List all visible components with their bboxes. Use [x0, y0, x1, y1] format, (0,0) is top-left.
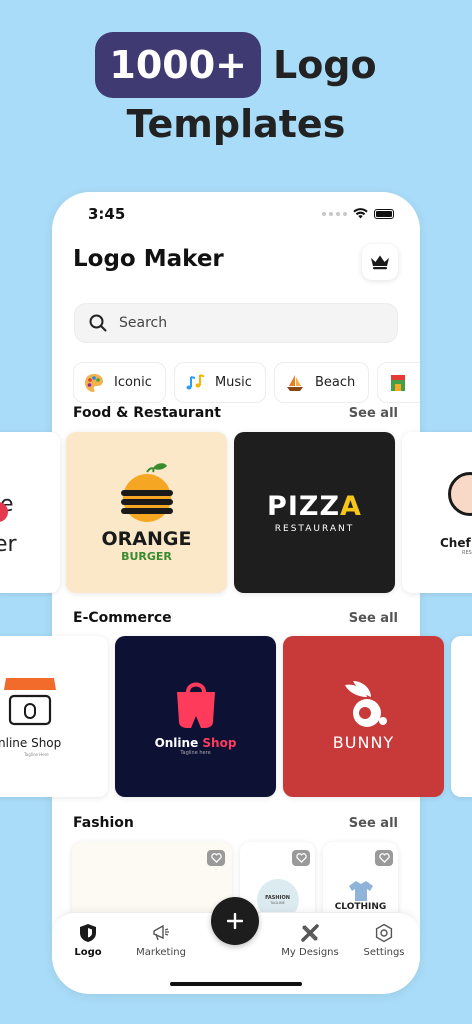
- chip-label: Iconic: [114, 375, 152, 390]
- nav-my-designs[interactable]: My Designs: [275, 923, 345, 958]
- logo-card-online-shop[interactable]: Online Shop Tagline here: [115, 636, 276, 797]
- sailboat-icon: [285, 373, 305, 393]
- hero-header: 1000+ Logo Templates: [0, 30, 472, 146]
- rabbit-icon: [344, 681, 387, 727]
- online-shop-title: Online Shop: [155, 736, 237, 750]
- nav-label: Logo: [74, 947, 102, 958]
- gear-icon: [375, 923, 393, 943]
- favorite-button[interactable]: [292, 850, 310, 866]
- megaphone-icon: [153, 924, 169, 941]
- online-shop-tagline: Tagline here: [180, 749, 211, 756]
- logo-card-food-partial[interactable]: e er: [0, 432, 60, 593]
- logo-card-online-shop-partial[interactable]: nline Shop Tagline Here: [0, 636, 108, 797]
- online-shop-accent: Shop: [202, 735, 237, 750]
- logo-card-pizza[interactable]: PIZZA RESTAURANT: [234, 432, 395, 593]
- plus-icon: [227, 913, 243, 929]
- nav-label: My Designs: [281, 947, 339, 958]
- shirt-icon: [348, 880, 373, 901]
- orange-burger-icon: [120, 463, 173, 522]
- palette-icon: [84, 373, 104, 393]
- clothing-logo-text: CLOTHING: [334, 901, 387, 912]
- pizza-logo-subtitle: RESTAURANT: [274, 524, 355, 534]
- chip-beach[interactable]: Beach: [273, 362, 370, 403]
- chef-logo-subtitle: RES: [462, 550, 472, 556]
- search-input[interactable]: [119, 315, 359, 331]
- chef-avatar: [448, 472, 472, 516]
- hero-word: Logo: [272, 43, 377, 87]
- favorite-button[interactable]: [375, 850, 393, 866]
- partial-logo-text: er: [0, 532, 17, 557]
- category-chips: Iconic Music Beach: [73, 362, 420, 403]
- crown-icon: [371, 255, 389, 270]
- chip-iconic[interactable]: Iconic: [73, 362, 166, 403]
- fashion-logo-tagline: TAGLINE: [270, 901, 285, 905]
- nav-label: Settings: [363, 947, 405, 958]
- hero-highlight: 1000+: [95, 32, 261, 98]
- heart-icon: [295, 853, 307, 863]
- chef-logo-title: Chef: [440, 536, 471, 550]
- home-indicator: [170, 982, 302, 986]
- see-all-ecommerce-button[interactable]: See all: [349, 611, 398, 626]
- nav-label: Marketing: [136, 947, 186, 958]
- section-title-ecommerce: E-Commerce: [73, 610, 172, 626]
- search-bar[interactable]: [74, 303, 398, 343]
- favorite-button[interactable]: [207, 850, 225, 866]
- music-notes-icon: [185, 373, 205, 393]
- chip-label: Music: [214, 375, 252, 390]
- shop-partial-tagline: Tagline Here: [24, 752, 49, 757]
- shop-icon: [388, 373, 408, 393]
- logo-card-orange-burger[interactable]: ORANGE BURGER: [66, 432, 227, 593]
- section-title-fashion: Fashion: [73, 815, 134, 831]
- heart-icon: [378, 853, 390, 863]
- see-all-fashion-button[interactable]: See all: [349, 816, 398, 831]
- orange-logo-title: ORANGE: [101, 528, 192, 550]
- section-title-food: Food & Restaurant: [73, 405, 221, 421]
- shopping-bag-icon: [176, 682, 215, 728]
- store-awning-icon: [4, 678, 56, 726]
- status-time: 3:45: [88, 205, 126, 223]
- pizza-logo-title: PIZZA: [267, 491, 362, 522]
- nav-settings[interactable]: Settings: [349, 923, 419, 958]
- wifi-icon: [353, 208, 368, 219]
- online-shop-main: Online: [154, 735, 203, 750]
- pencil-ruler-icon: [301, 924, 319, 942]
- bunny-logo-title: BUNNY: [332, 733, 395, 752]
- bottom-nav: Logo Marketing My Designs Settings: [52, 897, 420, 994]
- heart-icon: [210, 853, 222, 863]
- hero-subtitle: Templates: [126, 102, 346, 146]
- chip-music[interactable]: Music: [173, 362, 266, 403]
- signal-icon: [322, 211, 347, 216]
- create-button[interactable]: [211, 897, 259, 945]
- chip-label: Beach: [314, 375, 356, 390]
- chip-shop[interactable]: [377, 362, 420, 403]
- status-icons: [322, 208, 394, 219]
- pizza-logo-accent: A: [340, 491, 362, 522]
- orange-logo-subtitle: BURGER: [121, 550, 172, 563]
- shield-icon: [80, 924, 96, 942]
- logo-card-chef-partial[interactable]: Chef RES: [402, 432, 472, 593]
- nav-logo[interactable]: Logo: [53, 923, 123, 958]
- see-all-food-button[interactable]: See all: [349, 406, 398, 421]
- shop-partial-title: nline Shop: [0, 736, 62, 750]
- battery-icon: [374, 208, 394, 219]
- logo-card-partial-right[interactable]: [451, 636, 472, 797]
- premium-button[interactable]: [362, 244, 398, 280]
- logo-card-bunny[interactable]: BUNNY: [283, 636, 444, 797]
- search-icon: [89, 314, 107, 332]
- pizza-logo-main: PIZZ: [267, 491, 341, 522]
- phone-frame: 3:45 Logo Maker Iconic: [52, 192, 420, 994]
- nav-marketing[interactable]: Marketing: [126, 923, 196, 958]
- page-title: Logo Maker: [73, 246, 224, 272]
